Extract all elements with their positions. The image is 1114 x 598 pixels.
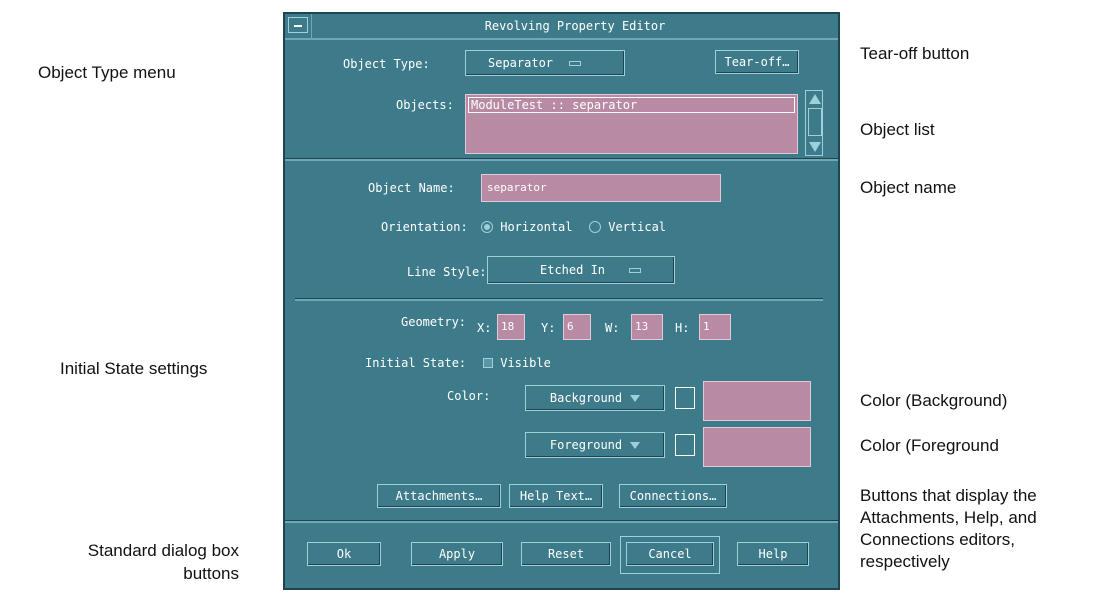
- objects-scrollbar[interactable]: [805, 90, 823, 156]
- object-name-field[interactable]: separator: [481, 174, 721, 202]
- ok-button[interactable]: Ok: [307, 542, 381, 566]
- option-menu-indicator-icon: [629, 268, 642, 273]
- geometry-x-label: X:: [477, 321, 492, 335]
- callout-object-name: Object name: [860, 178, 957, 197]
- orientation-vertical[interactable]: Vertical: [589, 219, 666, 235]
- callout-standard-buttons-2: buttons: [183, 564, 239, 583]
- foreground-swatch: [675, 434, 695, 456]
- callout-color-foreground: Color (Foreground: [860, 436, 999, 455]
- foreground-label: Foreground: [549, 438, 623, 452]
- callout-editors-3: Connections editors,: [860, 530, 1015, 549]
- color-label: Color:: [447, 389, 491, 403]
- window-title: Revolving Property Editor: [311, 14, 838, 38]
- vertical-label: Vertical: [608, 220, 667, 234]
- object-type-label: Object Type:: [343, 57, 430, 71]
- objects-list[interactable]: ModuleTest :: separator: [465, 94, 798, 154]
- window-menu-button[interactable]: [288, 17, 308, 33]
- orientation-label: Orientation:: [381, 220, 468, 234]
- callout-editors-1: Buttons that display the: [860, 486, 1037, 505]
- visible-label: Visible: [500, 356, 551, 370]
- attachments-button[interactable]: Attachments…: [377, 484, 501, 508]
- scroll-thumb[interactable]: [808, 108, 822, 136]
- orientation-horizontal[interactable]: Horizontal: [481, 219, 572, 235]
- geometry-label: Geometry:: [401, 315, 467, 329]
- divider: [295, 298, 823, 301]
- geometry-w-label: W:: [605, 321, 620, 335]
- callout-editors-2: Attachments, Help, and: [860, 508, 1037, 527]
- help-button[interactable]: Help: [737, 542, 809, 566]
- object-name-label: Object Name:: [368, 181, 455, 195]
- dropdown-triangle-icon: [630, 395, 641, 402]
- callout-initial-state: Initial State settings: [60, 359, 208, 378]
- callout-tearoff-button: Tear-off button: [860, 44, 970, 63]
- title-bar[interactable]: Revolving Property Editor: [285, 14, 838, 40]
- cancel-button[interactable]: Cancel: [626, 542, 714, 566]
- tearoff-button[interactable]: Tear-off…: [715, 50, 799, 74]
- divider: [285, 520, 838, 523]
- line-style-value: Etched In: [540, 263, 606, 277]
- connections-button[interactable]: Connections…: [619, 484, 727, 508]
- background-color-field[interactable]: [703, 381, 811, 421]
- radio-horizontal-icon[interactable]: [481, 221, 493, 233]
- background-menu-button[interactable]: Background: [525, 385, 665, 411]
- callout-color-background: Color (Background): [860, 391, 1008, 410]
- help-text-button[interactable]: Help Text…: [509, 484, 603, 508]
- geometry-y-label: Y:: [541, 321, 556, 335]
- scroll-down-icon[interactable]: [809, 142, 821, 152]
- initial-state-label: Initial State:: [365, 356, 467, 370]
- geometry-w-field[interactable]: 13: [631, 314, 663, 340]
- property-editor-window: Revolving Property Editor Object Type: S…: [283, 12, 840, 590]
- dropdown-triangle-icon: [630, 442, 641, 449]
- radio-vertical-icon[interactable]: [589, 221, 601, 233]
- background-label: Background: [549, 391, 623, 405]
- geometry-x-field[interactable]: 18: [497, 314, 525, 340]
- geometry-h-label: H:: [675, 321, 690, 335]
- list-item[interactable]: ModuleTest :: separator: [468, 97, 795, 113]
- foreground-color-field[interactable]: [703, 427, 811, 467]
- geometry-y-field[interactable]: 6: [563, 314, 591, 340]
- line-style-menu[interactable]: Etched In: [487, 256, 675, 284]
- reset-button[interactable]: Reset: [521, 542, 611, 566]
- callout-object-type-menu: Object Type menu: [38, 63, 176, 82]
- objects-label: Objects:: [396, 98, 454, 112]
- visible-checkbox[interactable]: Visible: [483, 355, 551, 371]
- object-type-value: Separator: [488, 56, 554, 70]
- foreground-menu-button[interactable]: Foreground: [525, 432, 665, 458]
- scroll-up-icon[interactable]: [809, 94, 821, 104]
- checkbox-icon[interactable]: [483, 358, 493, 368]
- divider: [285, 158, 838, 161]
- callout-editors-4: respectively: [860, 552, 950, 571]
- horizontal-label: Horizontal: [500, 220, 573, 234]
- callout-standard-buttons-1: Standard dialog box: [87, 541, 239, 560]
- callout-object-list: Object list: [860, 120, 935, 139]
- option-menu-indicator-icon: [569, 61, 582, 66]
- object-type-menu[interactable]: Separator: [465, 50, 625, 76]
- apply-button[interactable]: Apply: [411, 542, 503, 566]
- line-style-label: Line Style:: [407, 265, 487, 279]
- geometry-h-field[interactable]: 1: [699, 314, 731, 340]
- background-swatch: [675, 387, 695, 409]
